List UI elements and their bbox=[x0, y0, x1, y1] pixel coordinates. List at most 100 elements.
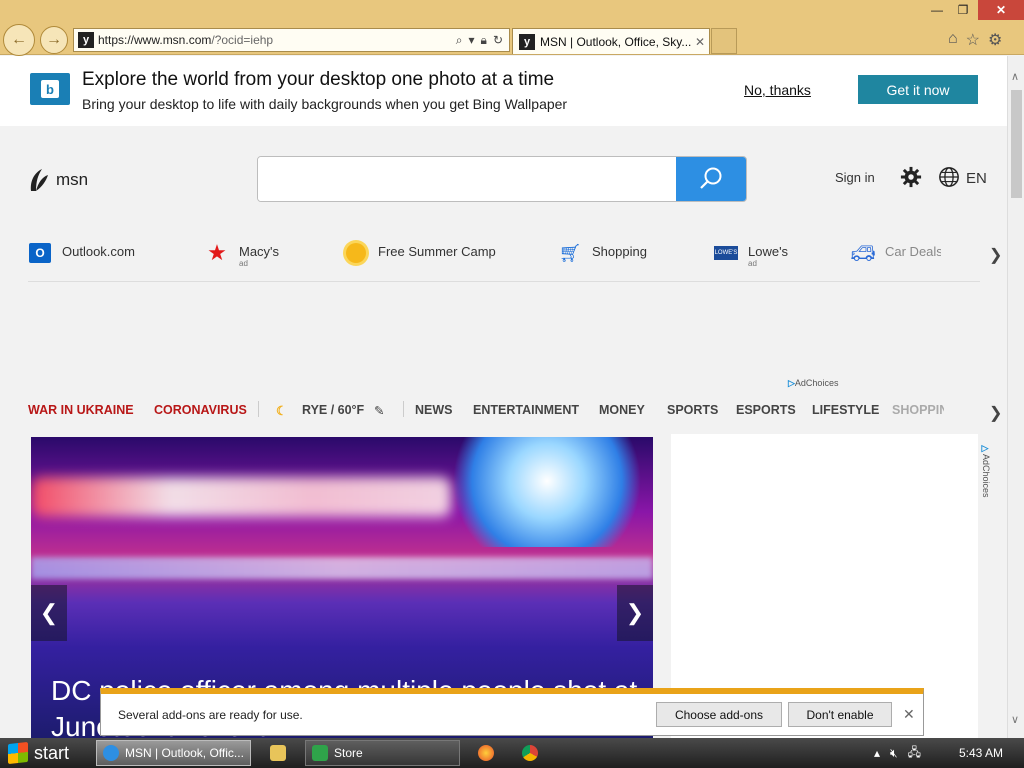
weather-location[interactable]: RYE / 60°F bbox=[302, 403, 364, 417]
language-selector[interactable]: EN bbox=[966, 170, 987, 187]
tray-expand-icon[interactable]: ▴ bbox=[874, 746, 880, 760]
home-icon[interactable]: ⌂ bbox=[948, 30, 958, 50]
addons-notification-bar: Several add-ons are ready for use. Choos… bbox=[100, 688, 924, 736]
firefox-icon bbox=[478, 745, 494, 761]
chevron-right-icon: ❯ bbox=[625, 600, 645, 625]
chrome-icon bbox=[522, 745, 538, 761]
settings-gear-icon[interactable] bbox=[900, 166, 922, 188]
forward-button[interactable]: → bbox=[40, 26, 68, 54]
nav-war-in-ukraine[interactable]: WAR IN UKRAINE bbox=[28, 403, 134, 417]
sign-in-link[interactable]: Sign in bbox=[835, 170, 875, 185]
back-button[interactable]: ← bbox=[3, 24, 35, 56]
dropdown-icon[interactable]: ▾ bbox=[469, 33, 475, 48]
dont-enable-button[interactable]: Don't enable bbox=[788, 702, 892, 727]
close-notification-icon[interactable]: ✕ bbox=[903, 706, 915, 723]
carousel-prev-button[interactable]: ❮ bbox=[31, 585, 67, 641]
lock-icon[interactable]: 🔒︎ bbox=[481, 33, 487, 48]
banner-subline: Bring your desktop to life with daily ba… bbox=[82, 96, 568, 112]
search-icon bbox=[700, 167, 722, 189]
quick-link-shopping[interactable]: 🛒︎ Shopping bbox=[558, 241, 647, 265]
new-tab-button[interactable] bbox=[711, 28, 737, 54]
quick-links-next-arrow-icon[interactable]: ❯ bbox=[989, 245, 1002, 265]
outlook-icon: O bbox=[28, 241, 52, 265]
adchoices-link[interactable]: ▷AdChoices bbox=[788, 378, 838, 389]
nav-news[interactable]: NEWS bbox=[415, 403, 453, 417]
restore-button[interactable]: ❐ bbox=[952, 0, 974, 20]
choose-addons-button[interactable]: Choose add-ons bbox=[656, 702, 782, 727]
category-nav: WAR IN UKRAINE CORONAVIRUS ☾ RYE / 60°F … bbox=[28, 401, 948, 421]
quick-link-macys[interactable]: ★ Macy's ad bbox=[205, 240, 279, 268]
msn-favicon-icon: y bbox=[78, 32, 94, 48]
msn-favicon-icon: y bbox=[519, 33, 535, 50]
scroll-thumb[interactable] bbox=[1011, 90, 1022, 198]
nav-entertainment[interactable]: ENTERTAINMENT bbox=[473, 403, 579, 417]
windows-flag-icon bbox=[8, 741, 28, 765]
minimize-button[interactable]: — bbox=[926, 0, 948, 20]
quick-link-car-deals[interactable]: 🚙︎ Car Deals bbox=[850, 241, 941, 265]
nav-divider bbox=[258, 401, 259, 417]
nav-shopping[interactable]: SHOPPING bbox=[892, 403, 944, 417]
vertical-scrollbar[interactable]: ∧ ∨ bbox=[1007, 56, 1024, 738]
taskbar-store-window[interactable]: Store bbox=[305, 740, 460, 766]
search-input[interactable] bbox=[258, 157, 677, 201]
side-adchoices-link[interactable]: ▷AdChoices bbox=[981, 444, 991, 498]
close-tab-icon[interactable]: ✕ bbox=[691, 35, 709, 49]
tab-msn[interactable]: y MSN | Outlook, Office, Sky... ✕ bbox=[512, 28, 710, 54]
scroll-down-icon[interactable]: ∨ bbox=[1011, 713, 1019, 726]
quick-link-lowes[interactable]: LOWE'S Lowe's ad bbox=[714, 241, 788, 268]
sun-icon bbox=[344, 241, 368, 265]
nav-lifestyle[interactable]: LIFESTYLE bbox=[812, 403, 879, 417]
msn-logo[interactable]: msn bbox=[28, 167, 88, 193]
taskbar-chrome[interactable] bbox=[516, 740, 544, 766]
refresh-icon[interactable]: ↻ bbox=[493, 33, 503, 48]
volume-muted-icon[interactable]: 🔇︎ bbox=[890, 746, 898, 761]
category-next-arrow-icon[interactable]: ❯ bbox=[989, 403, 1002, 423]
gear-icon[interactable]: ⚙ bbox=[988, 30, 1002, 50]
favorites-star-icon[interactable]: ☆ bbox=[966, 30, 980, 50]
quick-link-outlook[interactable]: O Outlook.com bbox=[28, 241, 135, 265]
taskbar-file-explorer[interactable] bbox=[262, 740, 294, 766]
nav-money[interactable]: MONEY bbox=[599, 403, 645, 417]
globe-icon[interactable] bbox=[938, 166, 960, 188]
tab-title: MSN | Outlook, Office, Sky... bbox=[540, 34, 691, 49]
bing-wallpaper-logo: b bbox=[30, 73, 70, 105]
search-box bbox=[257, 156, 747, 202]
taskbar-firefox[interactable] bbox=[472, 740, 500, 766]
nav-sports[interactable]: SPORTS bbox=[667, 403, 718, 417]
forward-arrow-icon: → bbox=[46, 31, 62, 48]
chevron-left-icon: ❮ bbox=[39, 600, 59, 625]
system-tray: ▴ 🔇︎ 🖧︎ bbox=[874, 738, 921, 768]
bing-wallpaper-banner: b Explore the world from your desktop on… bbox=[0, 56, 1007, 126]
start-button[interactable]: start bbox=[0, 738, 92, 768]
moon-icon: ☾ bbox=[276, 404, 288, 418]
taskbar-clock[interactable]: 5:43 AM bbox=[959, 746, 1003, 760]
cart-icon: 🛒︎ bbox=[558, 242, 582, 263]
address-url[interactable]: https://www.msn.com/?ocid=iehp bbox=[98, 33, 456, 47]
folder-icon bbox=[270, 745, 286, 761]
search-button[interactable] bbox=[676, 157, 746, 201]
macys-star-icon: ★ bbox=[207, 240, 227, 265]
search-icon[interactable]: ⌕ bbox=[456, 33, 463, 48]
nav-esports[interactable]: ESPORTS bbox=[736, 403, 796, 417]
nav-coronavirus[interactable]: CORONAVIRUS bbox=[154, 403, 247, 417]
lowes-icon: LOWE'S bbox=[714, 241, 738, 265]
close-window-button[interactable]: ✕ bbox=[978, 0, 1024, 20]
pencil-icon[interactable]: ✎ bbox=[374, 403, 384, 418]
carousel-next-button[interactable]: ❯ bbox=[617, 585, 653, 641]
taskbar-ie-window[interactable]: MSN | Outlook, Offic... bbox=[96, 740, 251, 766]
ie-icon bbox=[103, 745, 119, 761]
get-it-now-button[interactable]: Get it now bbox=[858, 75, 978, 104]
taskbar: start MSN | Outlook, Offic... Store ▴ 🔇︎… bbox=[0, 738, 1024, 768]
browser-chrome: ← → y https://www.msn.com/?ocid=iehp ⌕ ▾… bbox=[0, 0, 1024, 56]
quick-link-free-summer-camp[interactable]: Free Summer Camp bbox=[344, 241, 496, 265]
nav-divider bbox=[403, 401, 404, 417]
no-thanks-link[interactable]: No, thanks bbox=[744, 82, 811, 98]
back-arrow-icon: ← bbox=[11, 31, 27, 48]
address-bar[interactable]: y https://www.msn.com/?ocid=iehp ⌕ ▾ 🔒︎ … bbox=[73, 28, 510, 52]
store-icon bbox=[312, 745, 328, 761]
msn-butterfly-icon bbox=[30, 169, 48, 191]
car-icon: 🚙︎ bbox=[850, 242, 876, 265]
notification-message: Several add-ons are ready for use. bbox=[118, 708, 303, 722]
scroll-up-icon[interactable]: ∧ bbox=[1011, 70, 1019, 83]
network-icon[interactable]: 🖧︎ bbox=[908, 743, 921, 764]
